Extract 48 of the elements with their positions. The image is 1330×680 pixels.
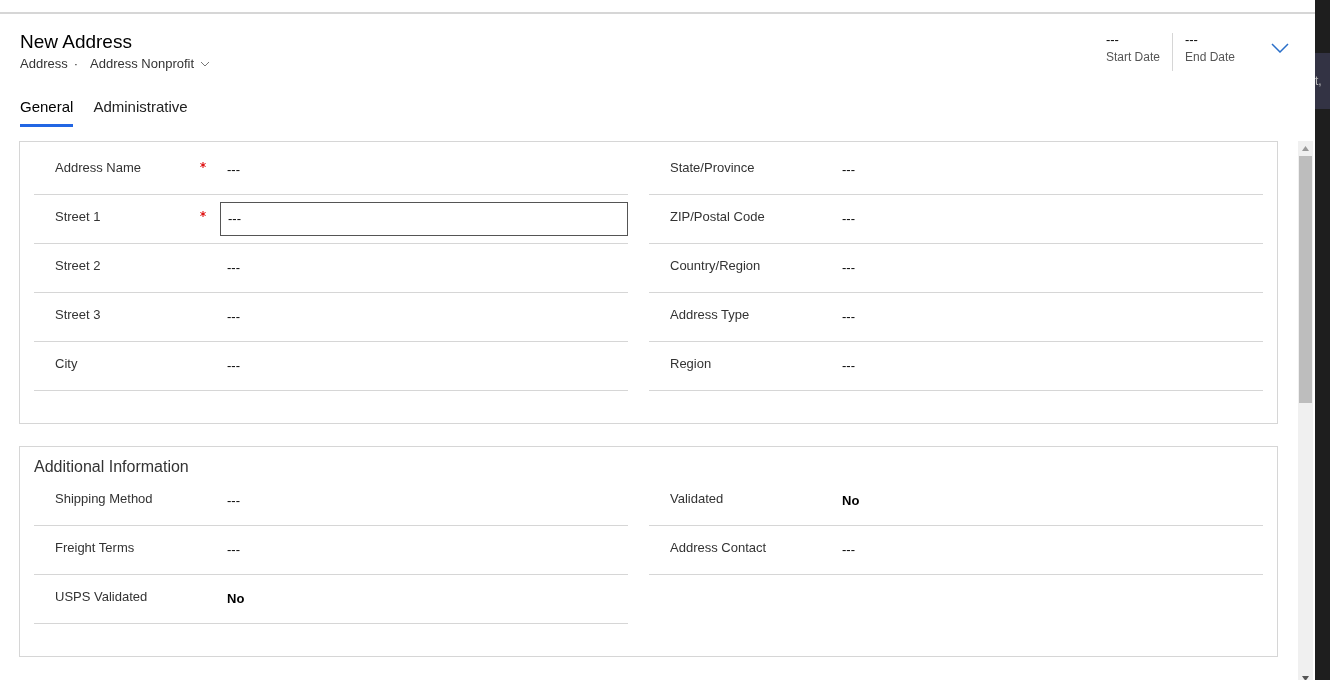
field-label: Address Name [55, 159, 142, 178]
chevron-down-icon[interactable] [1271, 43, 1289, 53]
field-label: Validated [670, 490, 725, 509]
field-label: Street 1 [55, 208, 102, 227]
scroll-up-icon[interactable] [1302, 146, 1309, 151]
field-value[interactable]: --- [220, 491, 628, 511]
separator: · [73, 55, 79, 73]
field-label: USPS Validated [55, 588, 149, 607]
header-field-label: Start Date [1105, 49, 1160, 66]
field-label: Shipping Method [55, 490, 154, 509]
field-label: Address Contact [670, 539, 768, 558]
header-field-value: --- [1105, 33, 1120, 47]
field-value[interactable]: --- [835, 540, 1263, 560]
chevron-down-icon [200, 60, 211, 67]
tab[interactable]: General [20, 95, 74, 127]
field-value[interactable]: --- [220, 356, 628, 376]
field-label: ZIP/Postal Code [670, 208, 766, 227]
field-value[interactable]: --- [835, 356, 1263, 376]
form-title: New Address [20, 30, 133, 54]
scrollbar[interactable] [1298, 141, 1313, 680]
field-label: City [55, 355, 79, 374]
entity-name: Address [20, 55, 68, 73]
input-field[interactable]: --- [220, 202, 628, 236]
field-label: Region [670, 355, 713, 374]
section-title: Additional Information [34, 457, 190, 477]
scrollbar-thumb[interactable] [1299, 156, 1312, 403]
header-field-label: End Date [1184, 49, 1235, 66]
panel-text: t, [1315, 73, 1322, 90]
field-value[interactable]: --- [220, 160, 628, 180]
tab[interactable]: Administrative [93, 95, 188, 127]
scroll-down-icon[interactable] [1302, 676, 1309, 680]
form-selector[interactable]: Address Nonprofit [90, 54, 211, 74]
field-label: State/Province [670, 159, 756, 178]
field-value[interactable]: --- [835, 209, 1263, 229]
field-label: Address Type [670, 306, 751, 325]
field-value[interactable]: --- [220, 540, 628, 560]
field-label: Freight Terms [55, 539, 136, 558]
field-label: Street 3 [55, 306, 102, 325]
field-label: Street 2 [55, 257, 102, 276]
field-value[interactable]: --- [220, 258, 628, 278]
field-label: Country/Region [670, 257, 762, 276]
header-field-value: --- [1184, 33, 1199, 47]
field-value[interactable]: --- [835, 160, 1263, 180]
field-value[interactable]: No [220, 589, 628, 609]
field-value[interactable]: --- [220, 307, 628, 327]
field-value[interactable]: --- [835, 258, 1263, 278]
field-value[interactable]: --- [835, 307, 1263, 327]
field-value[interactable]: No [835, 491, 1263, 511]
